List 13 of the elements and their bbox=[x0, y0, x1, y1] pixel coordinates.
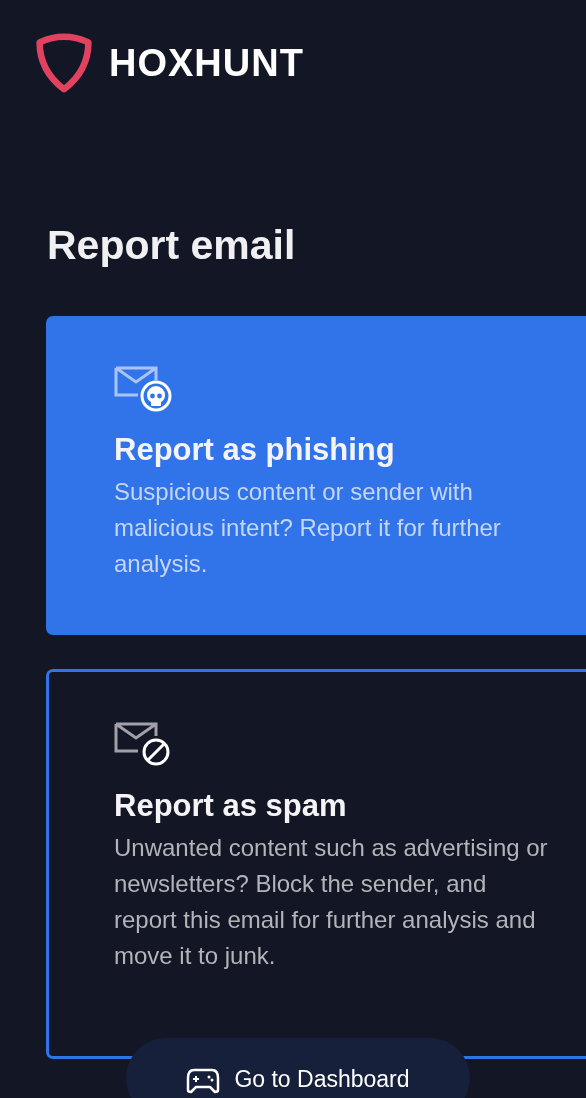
dashboard-button[interactable]: Go to Dashboard bbox=[126, 1038, 470, 1098]
option-description: Suspicious content or sender with malicious intent? Report it for further analysis. bbox=[114, 477, 502, 579]
mail-skull-icon bbox=[114, 366, 172, 412]
option-description: Unwanted content such as advertising or newsletters? Block the sender, and report this email for further analysis and move it to junk. bbox=[114, 833, 549, 971]
brand-name: HOXHUNT bbox=[109, 41, 304, 85]
option-title: Report as spam bbox=[114, 788, 348, 824]
report-option-card[interactable]: Report as phishing Suspicious content or sender with malicious intent? Report it for further analysis. bbox=[46, 316, 586, 635]
mail-blocked-icon bbox=[114, 722, 172, 768]
option-title: Report as phishing bbox=[114, 432, 396, 468]
report-option-card[interactable]: Report as spam Unwanted content such as advertising or newsletters? Block the sender, and report this email for further analysis and move it to junk. bbox=[46, 669, 586, 1059]
gamepad-icon bbox=[186, 1066, 221, 1094]
shield-logo-icon bbox=[33, 33, 95, 93]
page-title: Report email bbox=[47, 225, 297, 266]
